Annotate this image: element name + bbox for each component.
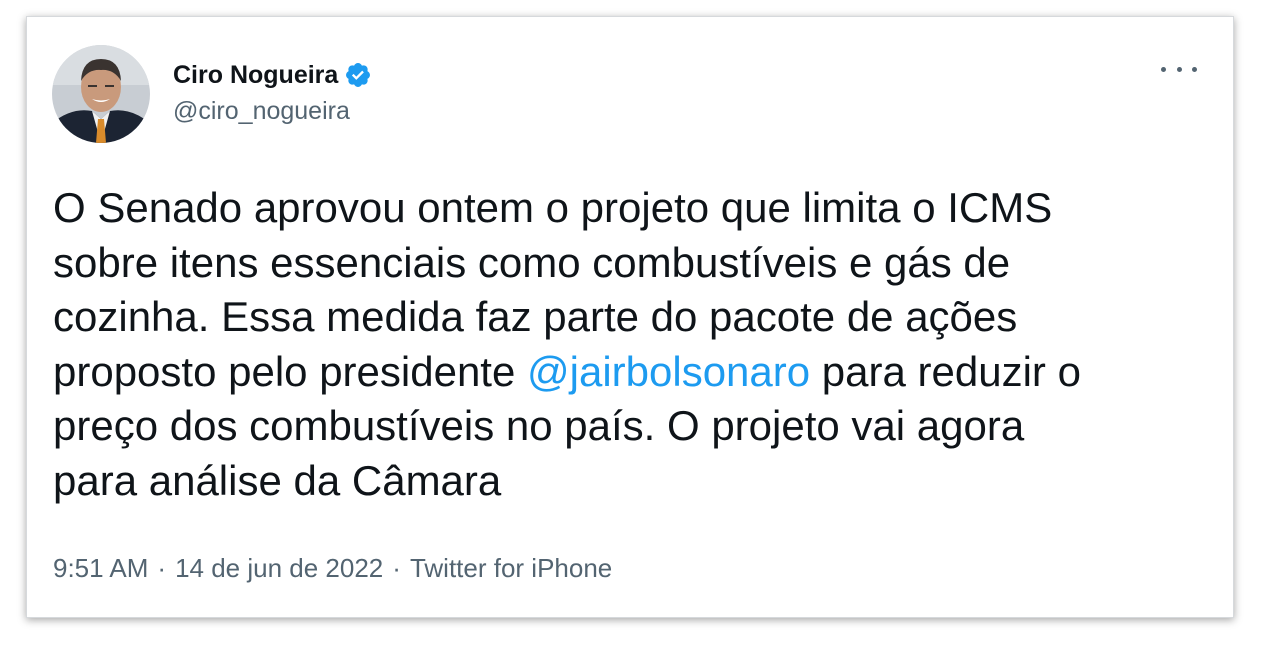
tweet-text-line: proposto pelo presidente @jairbolsonaro … [53,345,1213,400]
tweet-meta: 9:51 AM · 14 de jun de 2022 · Twitter fo… [53,553,612,584]
verified-badge-icon [344,61,372,89]
more-dot [1176,66,1182,72]
tweet-text: O Senado aprovou ontem o projeto que lim… [53,181,1213,508]
tweet-text-segment: para análise da Câmara [53,456,502,504]
tweet-card: Ciro Nogueira @ciro_nogueira O Senado ap… [26,16,1234,618]
meta-separator: · [157,553,167,583]
tweet-text-line: preço dos combustíveis no país. O projet… [53,399,1213,454]
more-dot [1192,66,1197,72]
tweet-text-line: sobre itens essenciais como combustíveis… [53,236,1213,291]
tweet-text-segment: O Senado aprovou ontem o projeto que lim… [53,184,1053,231]
tweet-text-segment: preço dos combustíveis no país. O projet… [53,402,1025,449]
tweet-source[interactable]: Twitter for iPhone [410,553,612,584]
more-dot [1161,66,1166,72]
tweet-time[interactable]: 9:51 AM [53,553,148,584]
tweet-text-line: cozinha. Essa medida faz parte do pacote… [53,290,1213,345]
more-options-icon[interactable] [1161,59,1197,79]
tweet-text-segment: cozinha. Essa medida faz parte do pacote… [53,293,1018,340]
mention-link[interactable]: @jairbolsonaro [527,348,810,395]
tweet-text-line: O Senado aprovou ontem o projeto que lim… [53,181,1213,236]
tweet-text-line: para análise da Câmara [53,454,1213,509]
tweet-text-segment: proposto pelo presidente [53,347,527,395]
tweet-text-segment: sobre itens essenciais como combustíveis… [53,238,1011,286]
avatar-image [52,45,150,143]
avatar[interactable] [52,45,150,143]
author-name[interactable]: Ciro Nogueira [173,61,338,90]
tweet-date[interactable]: 14 de jun de 2022 [175,553,383,584]
tweet-text-segment: para reduzir o [810,347,1081,395]
author-handle[interactable]: @ciro_nogueira [173,97,372,126]
meta-separator: · [392,553,401,583]
author-name-row: Ciro Nogueira [173,57,372,93]
tweet-author: Ciro Nogueira @ciro_nogueira [173,57,372,126]
